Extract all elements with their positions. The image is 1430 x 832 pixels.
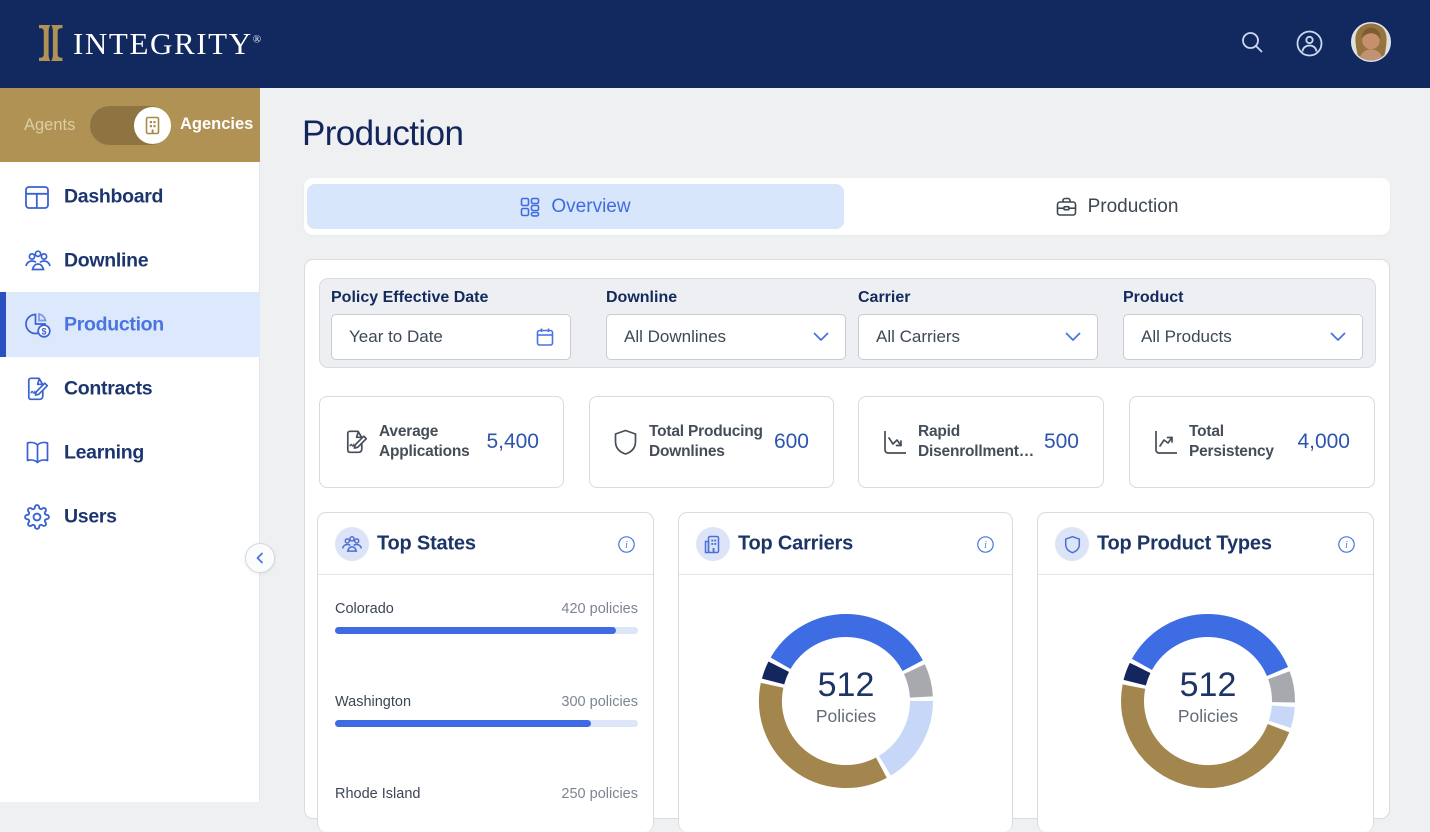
svg-text:i: i <box>1345 540 1348 551</box>
svg-text:$: $ <box>41 327 46 337</box>
svg-text:i: i <box>984 540 987 551</box>
svg-text:i: i <box>625 540 628 551</box>
